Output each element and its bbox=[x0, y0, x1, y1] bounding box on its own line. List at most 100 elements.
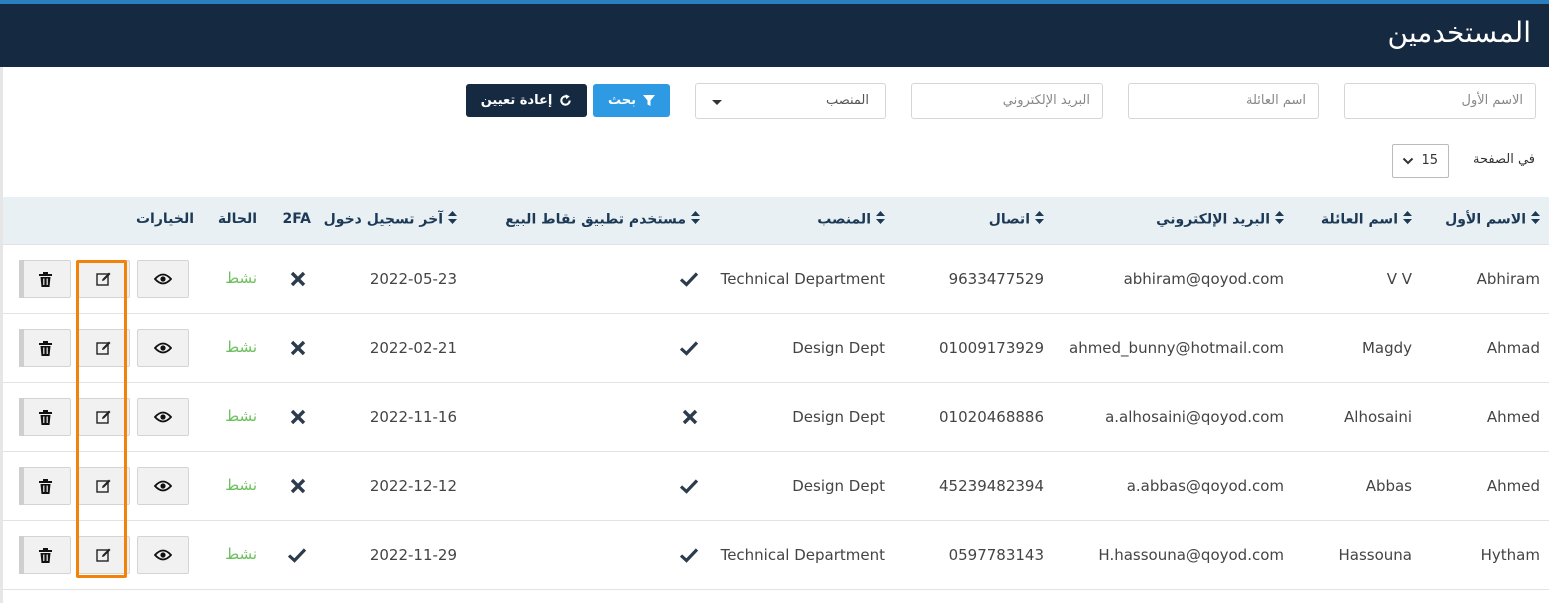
refresh-icon bbox=[560, 94, 572, 106]
col-first-name[interactable]: الاسم الأول bbox=[1445, 211, 1540, 228]
status-badge: نشط bbox=[225, 545, 257, 563]
cell-position: Design Dept bbox=[792, 477, 885, 495]
sort-icon bbox=[1035, 211, 1044, 228]
email-placeholder: البريد الإلكتروني bbox=[1002, 93, 1090, 108]
view-button[interactable] bbox=[137, 329, 189, 367]
delete-button[interactable] bbox=[19, 398, 71, 436]
cell-last-name: V V bbox=[1386, 270, 1412, 288]
col-last-name[interactable]: اسم العائلة bbox=[1321, 211, 1412, 228]
col-position[interactable]: المنصب bbox=[817, 211, 885, 228]
cell-first-name: Ahmed bbox=[1486, 408, 1540, 426]
caret-down-icon bbox=[712, 100, 722, 105]
row-divider bbox=[3, 589, 1549, 590]
edit-column-highlight bbox=[76, 260, 127, 578]
check-icon bbox=[679, 548, 699, 563]
cell-last-name: Magdy bbox=[1361, 339, 1412, 357]
table-row: Hytham Hassouna H.hassouna@qoyod.com 059… bbox=[3, 520, 1549, 589]
view-button[interactable] bbox=[137, 398, 189, 436]
cell-position: Technical Department bbox=[720, 546, 885, 564]
check-icon bbox=[287, 548, 307, 563]
table-row: Ahmed Alhosaini a.alhosaini@qoyod.com 01… bbox=[3, 382, 1549, 451]
cell-position: Design Dept bbox=[792, 408, 885, 426]
cell-first-name: Hytham bbox=[1480, 546, 1540, 564]
delete-button[interactable] bbox=[19, 260, 71, 298]
cell-email: H.hassouna@qoyod.com bbox=[1098, 546, 1284, 564]
sort-icon bbox=[876, 211, 885, 228]
check-icon bbox=[679, 341, 699, 356]
view-button[interactable] bbox=[137, 467, 189, 505]
col-phone[interactable]: اتصال bbox=[989, 211, 1044, 228]
x-icon bbox=[290, 409, 306, 425]
cell-last-name: Abbas bbox=[1365, 477, 1412, 495]
cell-last-login: 2022-12-12 bbox=[369, 477, 457, 495]
cell-last-name: Alhosaini bbox=[1344, 408, 1412, 426]
delete-button[interactable] bbox=[19, 329, 71, 367]
status-badge: نشط bbox=[225, 476, 257, 494]
first-name-placeholder: الاسم الأول bbox=[1461, 93, 1523, 108]
check-icon bbox=[679, 479, 699, 494]
trash-icon bbox=[38, 547, 52, 563]
view-button[interactable] bbox=[137, 260, 189, 298]
delete-button[interactable] bbox=[19, 467, 71, 505]
x-icon bbox=[290, 271, 306, 287]
view-button[interactable] bbox=[137, 536, 189, 574]
trash-icon bbox=[38, 409, 52, 425]
search-button[interactable]: بحث bbox=[593, 84, 670, 117]
sort-icon bbox=[1531, 211, 1540, 228]
first-name-filter[interactable]: الاسم الأول bbox=[1344, 83, 1536, 119]
last-name-placeholder: اسم العائلة bbox=[1246, 93, 1306, 108]
x-icon bbox=[290, 478, 306, 494]
position-select[interactable]: المنصب bbox=[695, 83, 886, 119]
eye-icon bbox=[154, 549, 172, 561]
position-select-value: المنصب bbox=[825, 93, 869, 108]
cell-last-name: Hassouna bbox=[1338, 546, 1412, 564]
cell-phone: 9633477529 bbox=[948, 270, 1044, 288]
trash-icon bbox=[38, 478, 52, 494]
status-badge: نشط bbox=[225, 338, 257, 356]
col-email[interactable]: البريد الإلكتروني bbox=[1156, 211, 1284, 228]
table-row: Ahmad Magdy ahmed_bunny@hotmail.com 0100… bbox=[3, 313, 1549, 382]
eye-icon bbox=[154, 480, 172, 492]
table-row: Ahmed Abbas a.abbas@qoyod.com 4523948239… bbox=[3, 451, 1549, 520]
chevron-down-icon bbox=[1402, 157, 1414, 165]
sort-icon bbox=[448, 211, 457, 228]
cell-last-login: 2022-02-21 bbox=[369, 339, 457, 357]
cell-last-login: 2022-11-16 bbox=[369, 408, 457, 426]
cell-position: Design Dept bbox=[792, 339, 885, 357]
cell-first-name: Ahmad bbox=[1486, 339, 1540, 357]
cell-phone: 45239482394 bbox=[939, 477, 1044, 495]
per-page-label: في الصفحة bbox=[1473, 152, 1535, 167]
table-header: الاسم الأول اسم العائلة البريد الإلكترون… bbox=[3, 197, 1549, 244]
eye-icon bbox=[154, 342, 172, 354]
status-badge: نشط bbox=[225, 407, 257, 425]
col-last-login[interactable]: آخر تسجيل دخول bbox=[324, 211, 457, 228]
cell-phone: 01020468886 bbox=[939, 408, 1044, 426]
users-page: المستخدمين الاسم الأول اسم العائلة البري… bbox=[0, 0, 1549, 603]
delete-button[interactable] bbox=[19, 536, 71, 574]
eye-icon bbox=[154, 273, 172, 285]
last-name-filter[interactable]: اسم العائلة bbox=[1128, 83, 1319, 119]
eye-icon bbox=[154, 411, 172, 423]
per-page-value: 15 bbox=[1421, 153, 1438, 168]
col-2fa: 2FA bbox=[282, 211, 311, 227]
reset-button[interactable]: إعادة تعيين bbox=[466, 84, 587, 117]
status-badge: نشط bbox=[225, 269, 257, 287]
email-filter[interactable]: البريد الإلكتروني bbox=[911, 83, 1103, 119]
x-icon bbox=[682, 409, 698, 425]
cell-email: abhiram@qoyod.com bbox=[1123, 270, 1284, 288]
sort-icon bbox=[691, 211, 700, 228]
cell-phone: 01009173929 bbox=[939, 339, 1044, 357]
cell-last-login: 2022-05-23 bbox=[369, 270, 457, 288]
trash-icon bbox=[38, 340, 52, 356]
x-icon bbox=[290, 340, 306, 356]
cell-phone: 0597783143 bbox=[948, 546, 1044, 564]
sort-icon bbox=[1403, 211, 1412, 228]
search-button-label: بحث bbox=[608, 93, 637, 108]
col-pos-user[interactable]: مستخدم تطبيق نقاط البيع bbox=[505, 211, 700, 228]
table-row: Abhiram V V abhiram@qoyod.com 9633477529… bbox=[3, 244, 1549, 313]
col-options: الخيارات bbox=[135, 211, 194, 227]
sort-icon bbox=[1275, 211, 1284, 228]
per-page-select[interactable]: 15 bbox=[1392, 144, 1449, 178]
trash-icon bbox=[38, 271, 52, 287]
cell-position: Technical Department bbox=[720, 270, 885, 288]
